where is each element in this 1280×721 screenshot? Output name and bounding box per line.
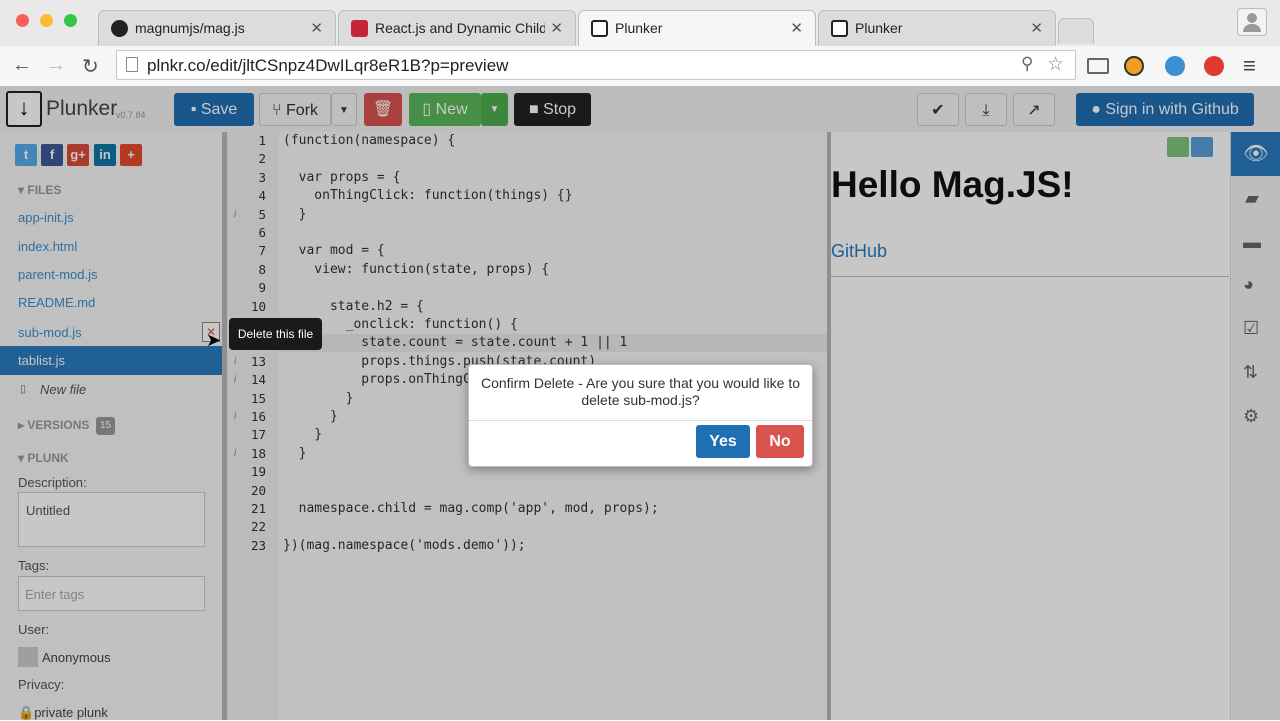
- tab-title: Plunker: [615, 20, 663, 36]
- tab-title: Plunker: [855, 20, 903, 36]
- browser-tab-1[interactable]: magnumjs/mag.js ✕: [98, 10, 336, 46]
- maximize-window-button[interactable]: [64, 14, 77, 27]
- bookmark-star-icon[interactable]: ☆: [1047, 53, 1064, 76]
- dialog-message: Confirm Delete - Are you sure that you w…: [480, 375, 801, 408]
- mouse-cursor-icon: ➤: [206, 330, 222, 350]
- close-tab-icon[interactable]: ✕: [1030, 19, 1043, 37]
- address-bar[interactable]: plnkr.co/edit/jltCSnpz4DwILqr8eR1B?p=pre…: [116, 50, 1076, 80]
- browser-tab-2[interactable]: React.js and Dynamic Children ✕: [338, 10, 576, 46]
- extension-hand-icon[interactable]: [1204, 56, 1224, 76]
- forward-arrow-icon[interactable]: →: [46, 54, 66, 77]
- browser-menu-icon[interactable]: ≡: [1243, 53, 1256, 79]
- dialog-divider: [469, 420, 812, 421]
- browser-tab-4[interactable]: Plunker ✕: [818, 10, 1056, 46]
- page-icon: [126, 57, 138, 72]
- browser-tab-bar: magnumjs/mag.js ✕ React.js and Dynamic C…: [0, 0, 1280, 47]
- confirm-yes-button[interactable]: Yes: [696, 425, 750, 458]
- delete-file-tooltip: Delete this file: [229, 318, 322, 350]
- tab-title: React.js and Dynamic Children: [375, 20, 545, 36]
- close-tab-icon[interactable]: ✕: [310, 19, 323, 37]
- reload-icon[interactable]: ↻: [82, 54, 99, 79]
- plunker-icon: [591, 20, 608, 37]
- confirm-delete-dialog: Confirm Delete - Are you sure that you w…: [468, 364, 813, 467]
- close-tab-icon[interactable]: ✕: [790, 19, 803, 37]
- extension-globe-icon[interactable]: [1165, 56, 1185, 76]
- close-tab-icon[interactable]: ✕: [550, 19, 563, 37]
- confirm-no-button[interactable]: No: [756, 425, 804, 458]
- github-icon: [111, 20, 128, 37]
- cast-icon[interactable]: [1087, 58, 1109, 74]
- extension-block-icon[interactable]: [1124, 56, 1144, 76]
- close-window-button[interactable]: [16, 14, 29, 27]
- tab-title: magnumjs/mag.js: [135, 20, 245, 36]
- minimize-window-button[interactable]: [40, 14, 53, 27]
- url-text: plnkr.co/edit/jltCSnpz4DwILqr8eR1B?p=pre…: [147, 56, 509, 75]
- plunker-icon: [831, 20, 848, 37]
- user-profile-icon[interactable]: [1237, 8, 1267, 36]
- back-arrow-icon[interactable]: ←: [12, 54, 32, 77]
- search-icon[interactable]: ⚲: [1021, 54, 1033, 74]
- browser-tab-3[interactable]: Plunker ✕: [578, 10, 816, 46]
- new-tab-button[interactable]: [1058, 18, 1094, 44]
- angular-icon: [351, 20, 368, 37]
